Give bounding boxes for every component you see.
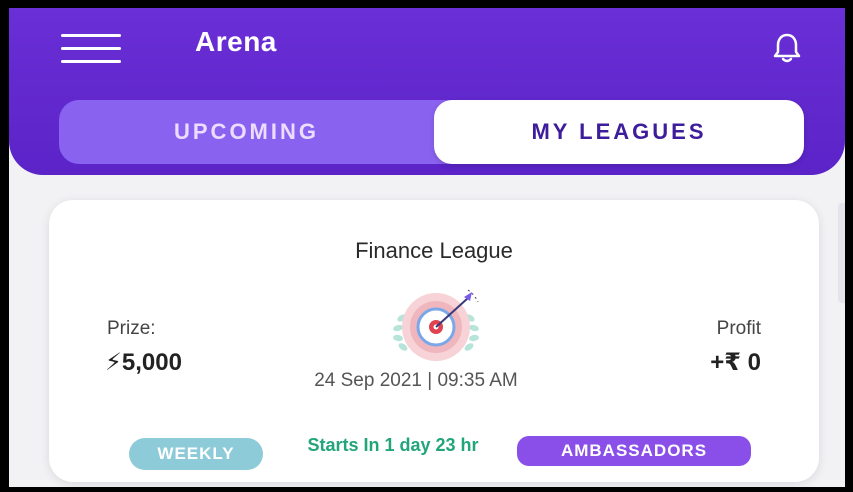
prize-label: Prize: [107,318,156,339]
starts-in-text: Starts In 1 day 23 hr [307,435,479,455]
weekly-badge: WEEKLY [129,438,263,470]
app-header: Arena UPCOMING MY LEAGUES [9,8,845,175]
app-screen: Arena UPCOMING MY LEAGUES Finance League… [9,8,845,487]
league-card[interactable]: Finance League Prize: ⚡5,000 Profit +₹ 0… [49,200,819,482]
tab-my-leagues[interactable]: MY LEAGUES [434,100,804,164]
bell-icon[interactable] [769,30,805,66]
page-title: Arena [195,26,277,57]
tab-upcoming[interactable]: UPCOMING [59,100,434,164]
league-tabs: UPCOMING MY LEAGUES [59,100,804,164]
target-dartboard-icon [356,288,516,366]
next-card-edge [838,203,845,303]
league-name: Finance League [355,238,513,263]
league-datetime: 24 Sep 2021 | 09:35 AM [314,370,518,391]
ambassadors-badge: AMBASSADORS [517,436,751,466]
profit-label: Profit [716,318,761,339]
hamburger-menu-icon[interactable] [61,32,121,66]
